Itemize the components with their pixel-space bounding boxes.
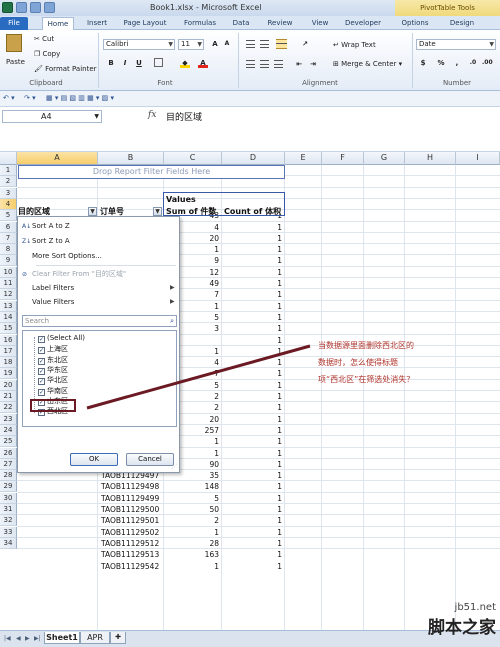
annotation-text: 当数据源里面删除西北区的数据时，怎么使得标题项“西北区”在筛选处消失？	[318, 341, 415, 384]
sheet-tab-bar: |◀ ◀ ▶ ▶| Sheet1 APR ✚	[0, 630, 500, 647]
watermark: jb51.net 脚本之家	[428, 602, 496, 638]
last-sheet-icon[interactable]: ▶|	[34, 635, 41, 642]
excel-window: Book1.xlsx - Microsoft Excel PivotTable …	[0, 0, 500, 647]
prev-sheet-icon[interactable]: ◀	[16, 635, 21, 642]
watermark-name: 脚本之家	[428, 618, 496, 638]
watermark-site: jb51.net	[454, 602, 496, 613]
first-sheet-icon[interactable]: |◀	[4, 635, 11, 642]
next-sheet-icon[interactable]: ▶	[25, 635, 30, 642]
insert-sheet-icon[interactable]: ✚	[110, 632, 126, 644]
sheet-tab-apr[interactable]: APR	[80, 632, 110, 644]
annotation-arrow	[86, 344, 311, 410]
sheet-tab-sheet1[interactable]: Sheet1	[44, 632, 80, 644]
